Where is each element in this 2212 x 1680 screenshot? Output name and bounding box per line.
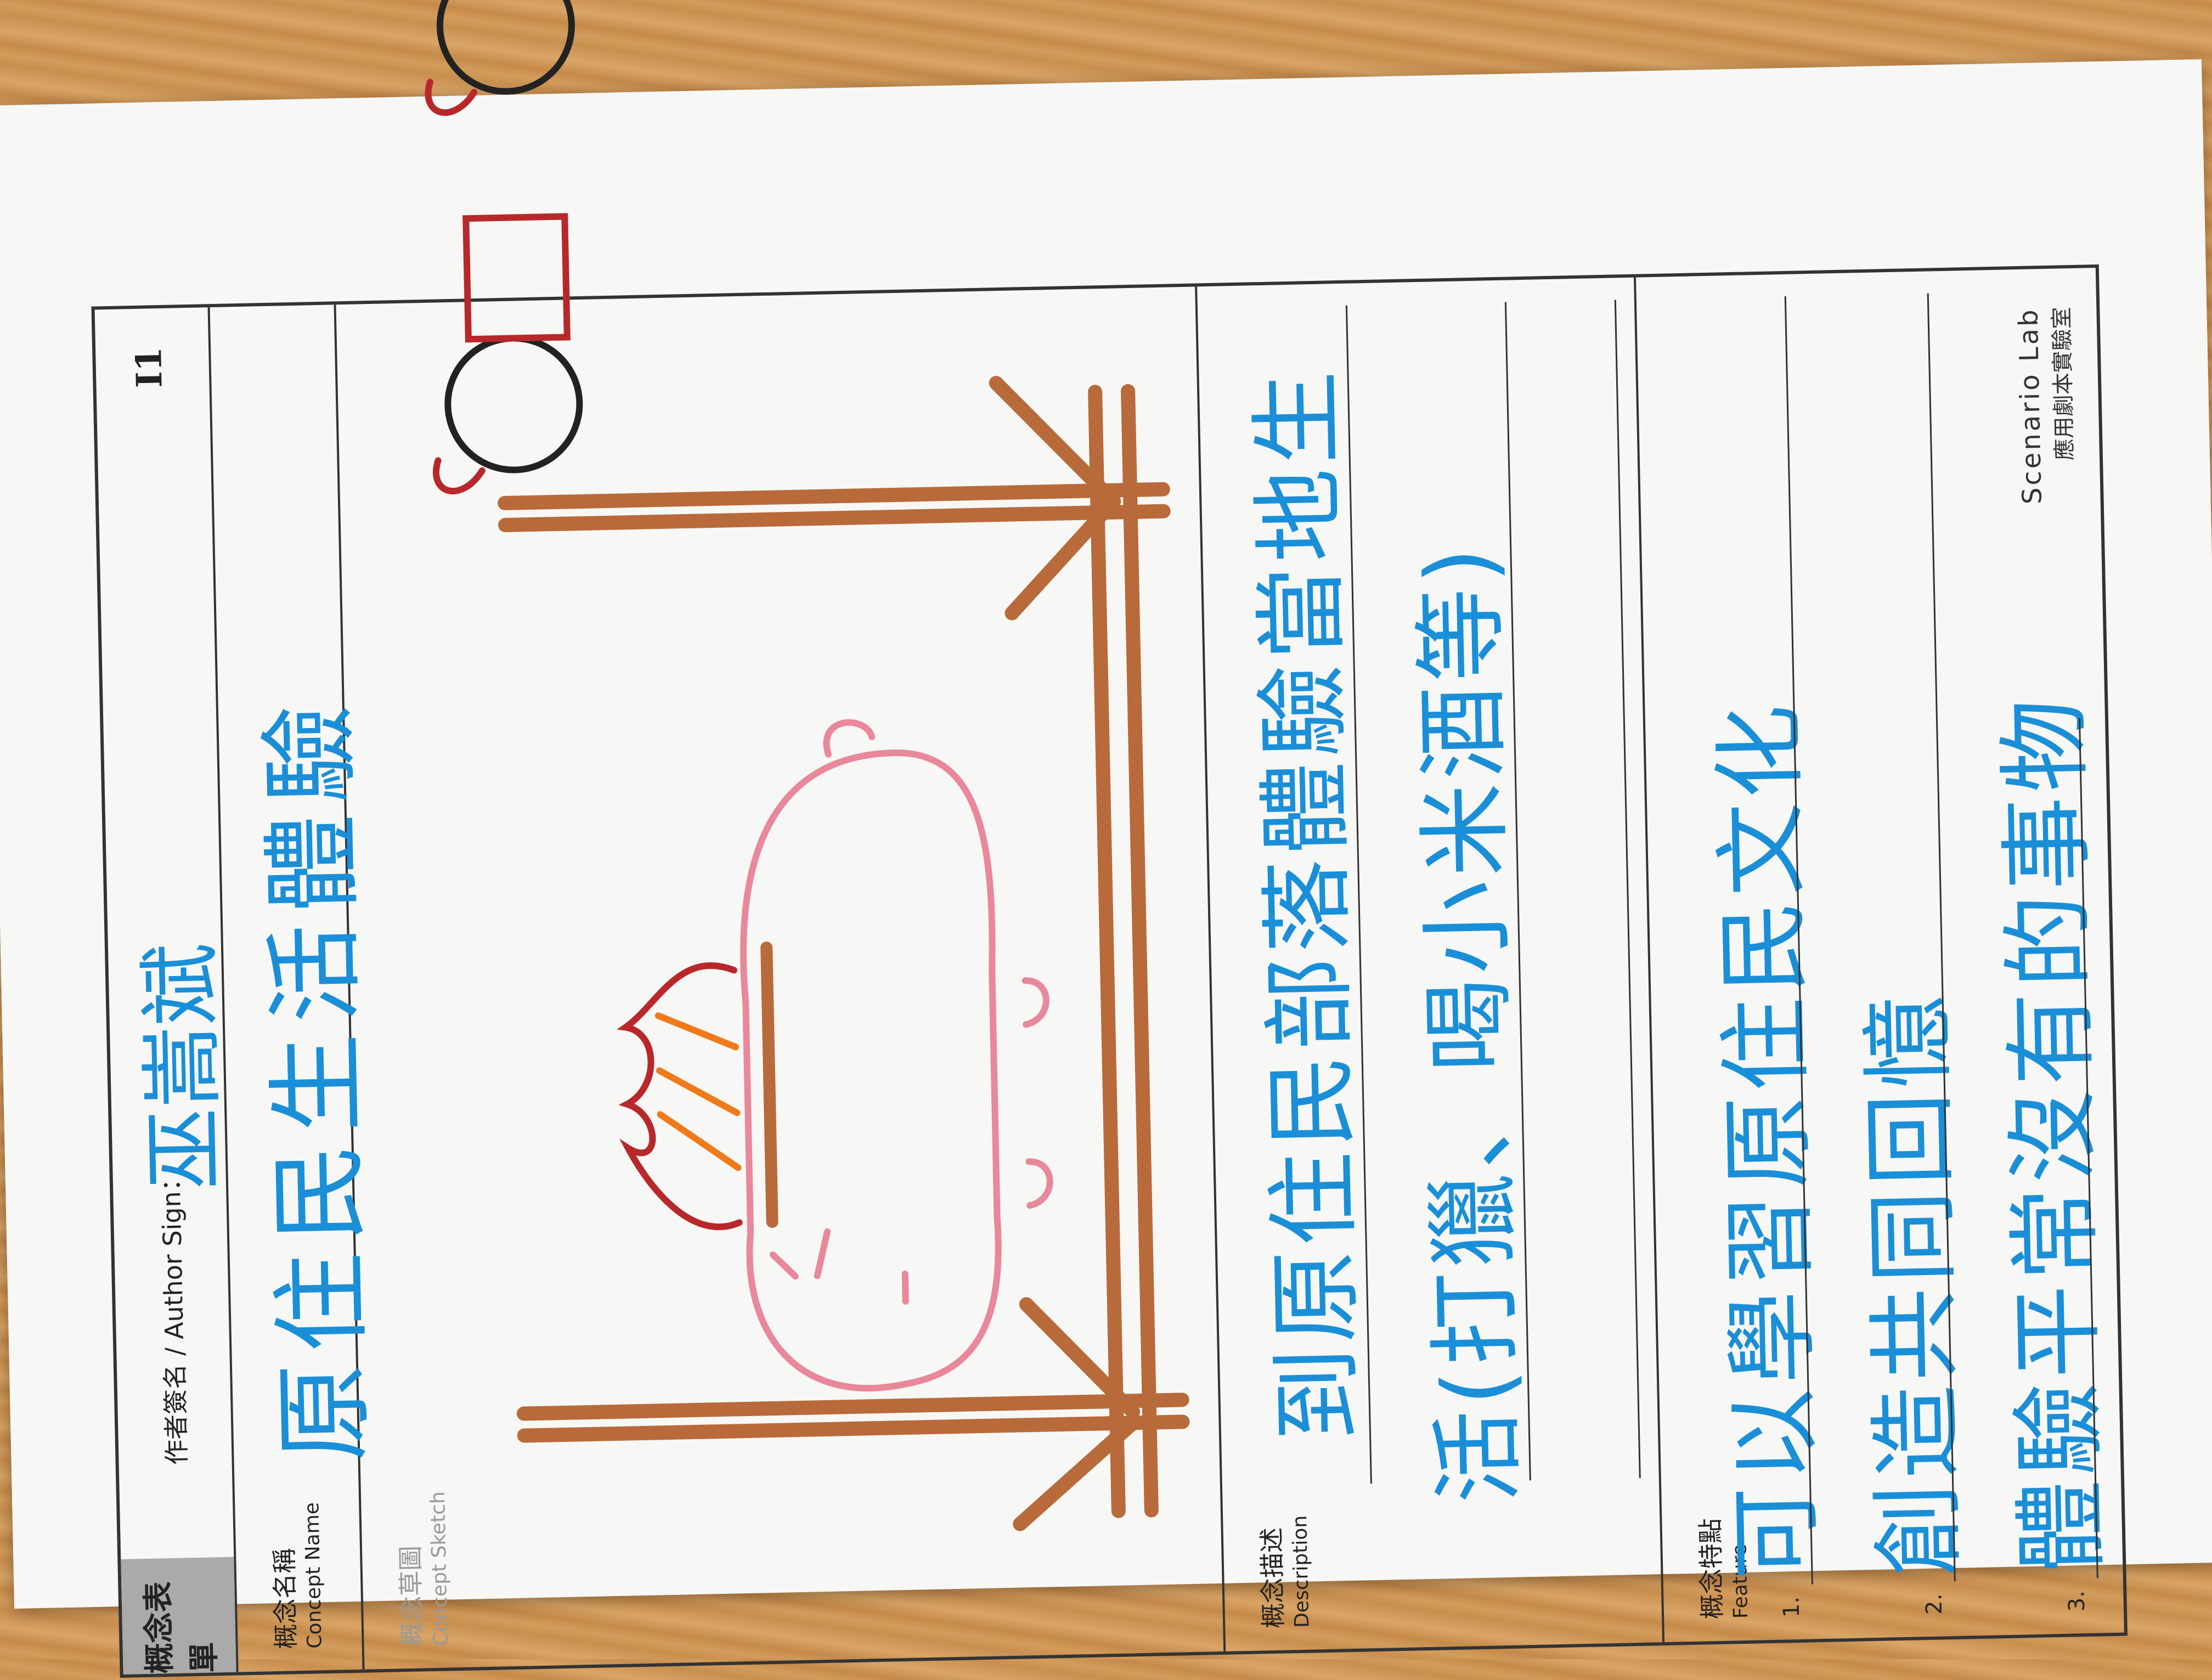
roast-pig-drawing <box>740 719 1053 1392</box>
description-label-zh: 概念描述 <box>1256 1527 1289 1629</box>
description-line-1: 到原住民部落體驗當地生 <box>1243 365 1374 1442</box>
feature-number-3: 3. <box>2064 1590 2090 1612</box>
author-label: 作者簽名 / Author Sign： <box>156 1165 192 1465</box>
sketch-drawing <box>425 0 1190 1531</box>
author-signature: 巫嵩斌 <box>132 942 234 1192</box>
brand-name: Scenario Lab <box>2013 307 2048 505</box>
feature-number-1: 1. <box>1779 1596 1805 1618</box>
feature-section: 概念特點 Feature 1. 可以學習原住民文化 2. 創造共同回憶 3. 體… <box>1636 268 2125 1642</box>
feature-number-2: 2. <box>1921 1593 1948 1615</box>
concept-name-label-en: Concept Name <box>300 1502 326 1649</box>
concept-sketch-section: 概念草圖 Concept Sketch <box>336 0 1226 1670</box>
paper-sheet: 概念表單 作者簽名 / Author Sign： 巫嵩斌 I1 概念名稱 Con… <box>0 0 2212 1678</box>
feature-item-1: 可以學習原住民文化 <box>1705 699 1832 1581</box>
description-label-en: Description <box>1288 1515 1313 1628</box>
description-label: 概念描述 Description <box>1256 1515 1314 1628</box>
feature-item-3: 體驗平常沒有的事物 <box>1990 694 2118 1575</box>
concept-name-label-zh: 概念名稱 <box>269 1548 301 1650</box>
scenario-lab-brand: Scenario Lab 應用劇本實驗室 <box>2013 307 2079 505</box>
roasting-rack-drawing <box>498 376 1190 1531</box>
description-line-2: 活(打獵、喝小米酒等) <box>1406 542 1534 1505</box>
form-tag: 概念表單 <box>121 1557 236 1675</box>
form-code: I1 <box>128 346 171 388</box>
concept-name-label: 概念名稱 Concept Name <box>268 1502 327 1650</box>
aboriginal-figures-drawing <box>425 0 583 494</box>
brand-subtitle: 應用劇本實驗室 <box>2049 306 2078 461</box>
concept-form: 概念表單 作者簽名 / Author Sign： 巫嵩斌 I1 概念名稱 Con… <box>91 0 2128 1678</box>
description-section: 概念描述 Description 到原住民部落體驗當地生 活(打獵、喝小米酒等) <box>1197 277 1665 1651</box>
writing-line <box>1614 300 1641 1478</box>
feature-item-2: 創造共同回憶 <box>1854 989 1975 1578</box>
